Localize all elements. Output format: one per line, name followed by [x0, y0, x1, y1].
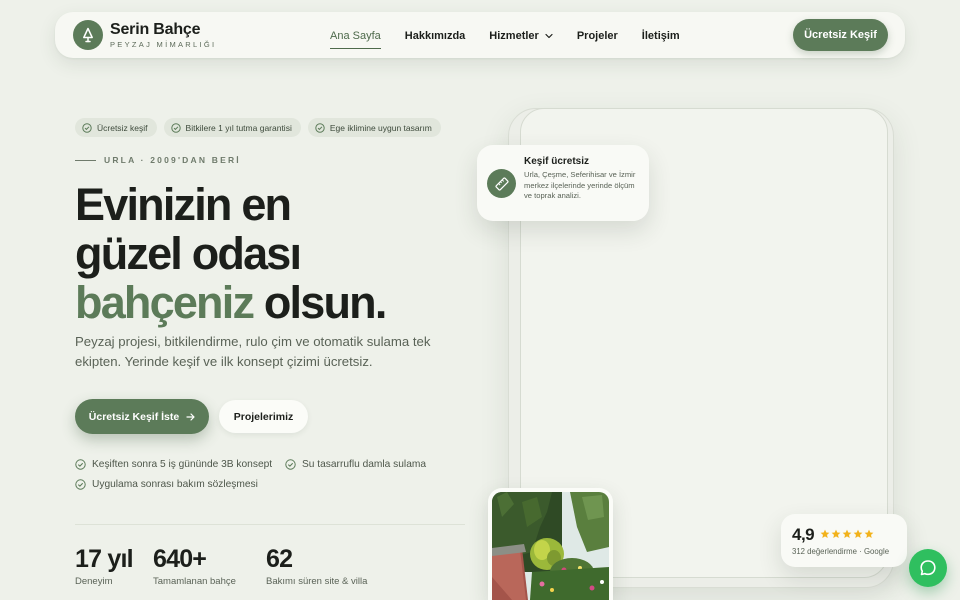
survey-card-text: Urla, Çeşme, Seferihisar ve İzmir merkez… [524, 170, 636, 200]
stat-value-maintenance: 62 [266, 545, 293, 573]
rating-score: 4,9 [792, 525, 815, 544]
check-circle-icon [170, 122, 181, 133]
trust-chip: Ege iklimine uygun tasarım [307, 118, 441, 137]
star-icon [842, 529, 852, 539]
survey-card-title: Keşif ücretsiz [524, 156, 590, 167]
ruler-icon [487, 169, 516, 198]
trust-chips: Ücretsiz keşif Bitkilere 1 yıl tutma gar… [75, 118, 448, 137]
main-nav: Ana Sayfa Hakkımızda Hizmetler Projeler … [330, 27, 704, 49]
whatsapp-chat-button[interactable] [909, 549, 947, 587]
hero-eyebrow: URLA · 2009'DAN BERİ [104, 155, 241, 165]
check-circle-icon [82, 122, 92, 133]
stat-value-years: 17 yıl [75, 545, 134, 573]
chat-bubble-icon [919, 559, 937, 577]
stat-label-gardens: Tamamlanan bahçe [153, 576, 236, 587]
free-survey-info-card: Keşif ücretsiz Urla, Çeşme, Seferihisar … [477, 145, 649, 221]
logo-tree-icon[interactable] [73, 20, 103, 50]
hero-lead-text: Peyzaj projesi, bitkilendirme, rulo çim … [75, 334, 431, 369]
request-free-survey-button[interactable]: Ücretsiz Keşif İste [75, 399, 209, 434]
top-navbar: Serin Bahçe PEYZAJ MİMARLIĞI Ana Sayfa H… [55, 12, 905, 58]
trust-chip-label: Ücretsiz keşif [97, 122, 148, 133]
headline-line-2: güzel odası [75, 228, 302, 279]
star-icon [831, 529, 841, 539]
arrow-right-icon [186, 412, 195, 421]
nav-link-ana-sayfa[interactable]: Ana Sayfa [330, 27, 381, 49]
stat-label-years: Deneyim [75, 576, 113, 587]
check-circle-icon [75, 479, 86, 490]
trust-chip: Ücretsiz keşif [75, 118, 157, 137]
stat-value-gardens: 640+ [153, 545, 207, 573]
trust-chip-label: Bitkilere 1 yıl tutma garantisi [185, 122, 292, 133]
nav-link-projeler[interactable]: Projeler [577, 27, 618, 45]
eyebrow-rule [75, 160, 96, 161]
star-icon [853, 529, 863, 539]
feature-item: Keşiften sonra 5 iş gününde 3B konsept [75, 459, 272, 470]
feature-item: Uygulama sonrası bakım sözleşmesi [75, 479, 258, 490]
headline-line-1: Evinizin en [75, 179, 292, 230]
check-circle-icon [315, 122, 325, 133]
headline-tail: olsun. [253, 277, 388, 328]
projects-button[interactable]: Projelerimiz [219, 400, 308, 433]
nav-link-hakkimizda[interactable]: Hakkımızda [405, 27, 466, 45]
rating-stars [820, 529, 875, 539]
nav-link-iletisim[interactable]: İletişim [642, 27, 680, 45]
trust-chip-label: Ege iklimine uygun tasarım [329, 122, 432, 133]
stats-divider [75, 524, 465, 525]
garden-photo [492, 492, 609, 600]
chevron-down-icon [545, 33, 553, 39]
check-circle-icon [75, 459, 86, 470]
feature-label: Su tasarruflu damla sulama [302, 459, 427, 470]
google-rating-card: 4,9 312 değerlendirme · Google [781, 514, 907, 567]
feature-label: Uygulama sonrası bakım sözleşmesi [92, 479, 258, 490]
star-icon [820, 529, 830, 539]
feature-label: Keşiften sonra 5 iş gününde 3B konsept [92, 459, 273, 470]
nav-link-hizmetler[interactable]: Hizmetler [489, 27, 553, 45]
star-icon [864, 529, 874, 539]
headline-accent: bahçeniz [75, 277, 255, 328]
check-circle-icon [285, 459, 296, 470]
request-free-survey-label: Ücretsiz Keşif İste [88, 410, 180, 423]
hero-headline: Evinizin en güzel odası bahçeniz olsun. [75, 180, 465, 327]
free-survey-nav-button[interactable]: Ücretsiz Keşif [793, 19, 888, 51]
feature-item: Su tasarruflu damla sulama [285, 459, 426, 470]
brand-name[interactable]: Serin Bahçe [110, 21, 200, 39]
garden-photo-card [488, 488, 613, 600]
nav-link-hizmetler-label: Hizmetler [489, 30, 539, 42]
trust-chip: Bitkilere 1 yıl tutma garantisi [163, 118, 301, 137]
stat-label-maintenance: Bakımı süren site & villa [266, 576, 368, 587]
brand-subtitle: PEYZAJ MİMARLIĞI [110, 40, 217, 49]
rating-caption: 312 değerlendirme · Google [792, 547, 890, 556]
